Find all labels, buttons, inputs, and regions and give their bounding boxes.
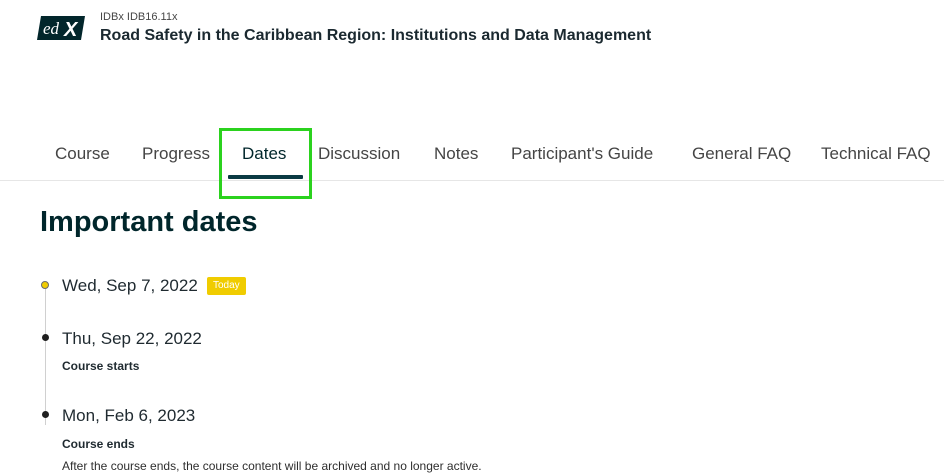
tab-course[interactable]: Course [55, 144, 110, 164]
tab-progress[interactable]: Progress [142, 144, 210, 164]
date-course-end: Mon, Feb 6, 2023 [62, 406, 196, 425]
today-marker [41, 281, 49, 289]
timeline-line [45, 285, 46, 425]
tab-technical-faq[interactable]: Technical FAQ [821, 144, 931, 164]
today-badge: Today [207, 277, 246, 295]
event-title-course-ends: Course ends [62, 437, 135, 451]
course-tabs-nav: Course Progress Dates Discussion Notes P… [0, 130, 944, 181]
timeline-dot [42, 334, 49, 341]
svg-text:X: X [63, 19, 79, 40]
date-course-start: Thu, Sep 22, 2022 [62, 329, 202, 348]
tab-discussion[interactable]: Discussion [318, 144, 400, 164]
tab-participants-guide[interactable]: Participant's Guide [511, 144, 653, 164]
svg-text:ed: ed [43, 19, 60, 38]
date-today: Wed, Sep 7, 2022 [62, 276, 198, 295]
tab-general-faq[interactable]: General FAQ [692, 144, 791, 164]
event-title-course-starts: Course starts [62, 359, 140, 373]
course-title: Road Safety in the Caribbean Region: Ins… [100, 27, 652, 44]
page-title: Important dates [40, 206, 258, 238]
course-org: IDBx IDB16.11x [100, 11, 178, 23]
timeline-dot [42, 411, 49, 418]
edx-logo: ed X [37, 16, 85, 40]
highlight-box [219, 128, 312, 199]
tab-notes[interactable]: Notes [434, 144, 478, 164]
